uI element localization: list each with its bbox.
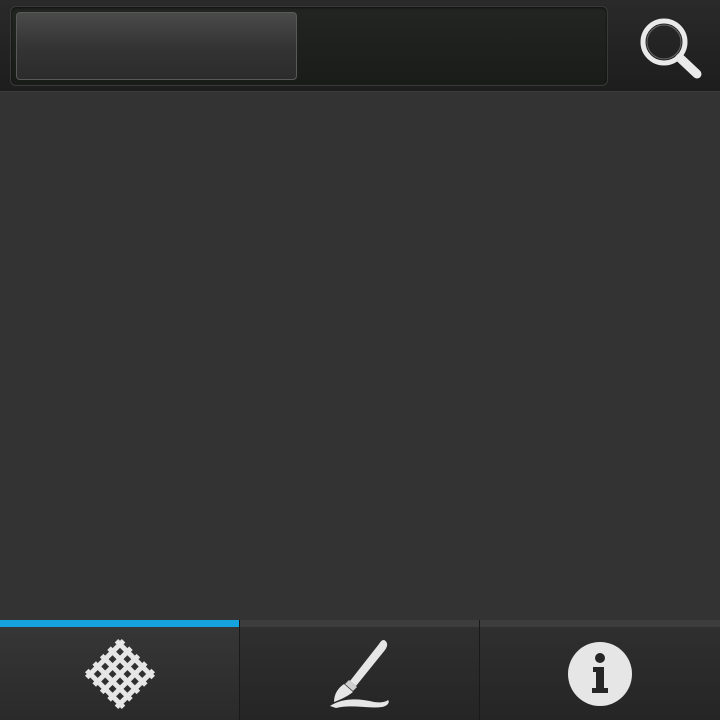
active-tab-indicator [0, 620, 239, 627]
tab-indicator [240, 620, 479, 627]
info-icon [566, 640, 634, 708]
search-field[interactable] [10, 6, 608, 86]
search-progress-fill [16, 12, 297, 80]
main-content [0, 92, 720, 620]
paintbrush-icon [322, 636, 398, 712]
lattice-grid-icon [82, 636, 158, 712]
tab-info[interactable] [480, 620, 720, 720]
bottom-tab-bar [0, 620, 720, 720]
tab-indicator [480, 620, 720, 627]
tab-grid[interactable] [0, 620, 239, 720]
search-button[interactable] [630, 8, 710, 84]
search-icon [630, 8, 710, 84]
top-toolbar [0, 0, 720, 92]
tab-draw[interactable] [240, 620, 479, 720]
app-window [0, 0, 720, 720]
